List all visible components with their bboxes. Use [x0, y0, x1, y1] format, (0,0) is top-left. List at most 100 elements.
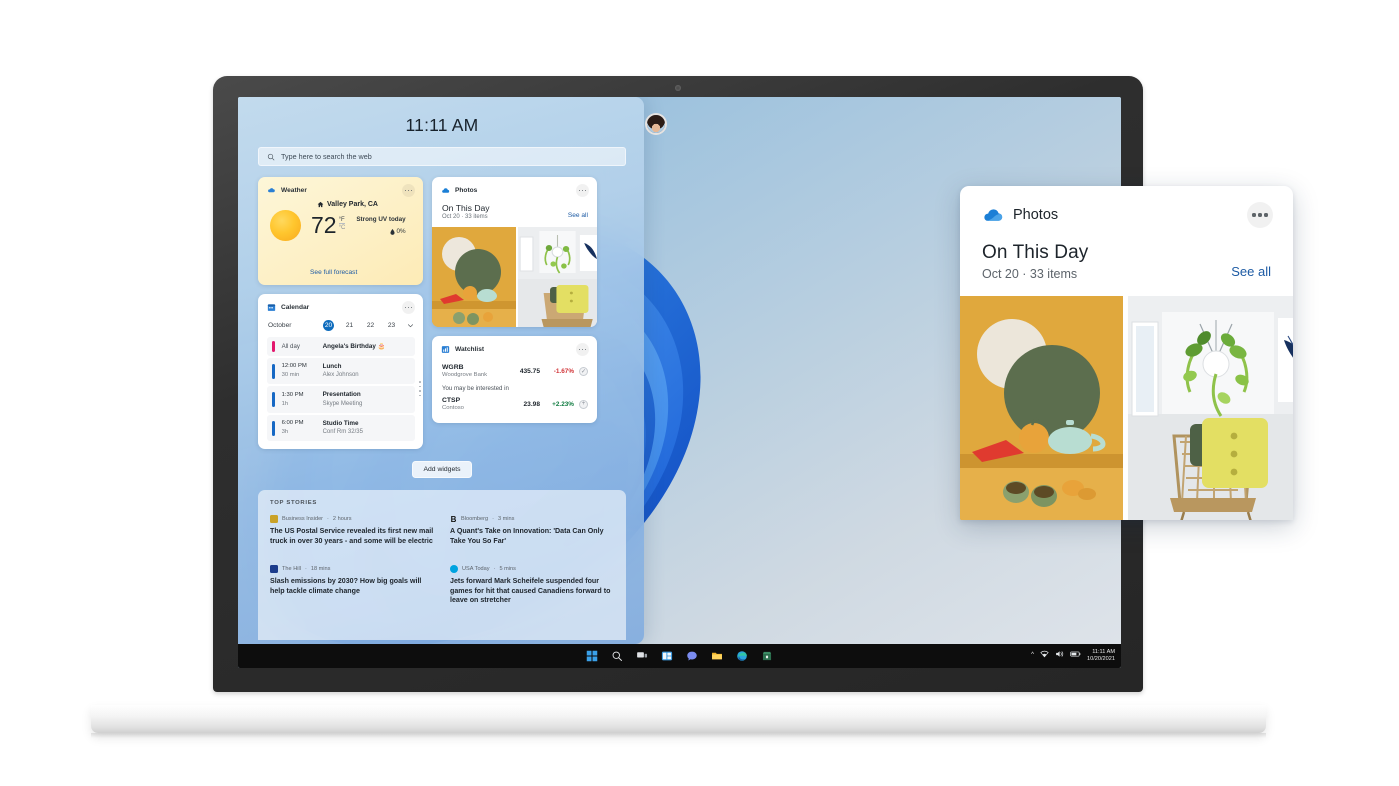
widgets-board: 11:11 AM Type here to search the web Wea…: [238, 97, 667, 644]
usa-today-icon: [450, 564, 458, 573]
news-article[interactable]: B Bloomberg · 3 mins A Quant's Take on I…: [450, 515, 614, 547]
watchlist-widget[interactable]: Watchlist WGRB Woodgrove Bank 435.75 -1.…: [432, 336, 597, 423]
photos-subheading: Oct 20 · 33 items: [442, 214, 488, 220]
calendar-header: Calendar: [258, 294, 423, 318]
home-icon: [317, 201, 324, 208]
news-sep: ·: [327, 516, 329, 523]
calendar-scroll-indicator[interactable]: [419, 381, 421, 397]
news-source-row: The Hill · 18 mins: [270, 564, 434, 573]
file-explorer-icon[interactable]: [710, 649, 725, 664]
photo-thumb-still-life[interactable]: [960, 296, 1123, 520]
news-headline: A Quant's Take on Innovation: 'Data Can …: [450, 527, 604, 546]
weather-see-forecast-link[interactable]: See full forecast: [310, 269, 357, 276]
photo-still-life-art: [432, 227, 516, 327]
event-time: All day: [281, 342, 300, 350]
edge-icon[interactable]: [735, 649, 750, 664]
tray-network-icon[interactable]: [1040, 650, 1049, 662]
tray-clock[interactable]: 11:11 AM 10/20/2021: [1087, 649, 1115, 663]
weather-widget[interactable]: Weather Valley Park, CA 72 °F °C Strong …: [258, 177, 423, 285]
photo-thumb-interior[interactable]: [1128, 296, 1293, 520]
watchlist-add-icon[interactable]: +: [579, 399, 588, 409]
avatar-image: [647, 115, 665, 133]
search-box[interactable]: Type here to search the web: [258, 147, 626, 166]
event-subtitle: Skype Meeting: [322, 400, 363, 407]
event-time: 1:30 PM 1h: [282, 391, 316, 409]
calendar-event-row[interactable]: All day Angela's Birthday 🎂: [267, 337, 415, 356]
photo-thumb-still-life[interactable]: [432, 227, 516, 327]
search-icon: [267, 153, 275, 160]
store-icon[interactable]: [760, 649, 775, 664]
watchlist-change: -1.67%: [553, 367, 574, 375]
calendar-event-row[interactable]: 6:00 PM 3h Studio Time Conf Rm 32/35: [267, 414, 415, 442]
tray-battery-icon[interactable]: [1070, 650, 1081, 662]
photos-thumbnails: [432, 227, 597, 327]
photos-title: Photos: [455, 187, 478, 194]
photos-see-all-link[interactable]: See all: [568, 212, 588, 220]
photos-widget[interactable]: Photos On This Day Oct 20 · 33 items See…: [432, 177, 597, 327]
add-widgets-button[interactable]: Add widgets: [412, 461, 472, 479]
event-duration: 3h: [281, 429, 289, 436]
photo-still-life-art: [960, 296, 1123, 520]
news-article[interactable]: Business Insider · 2 hours The US Postal…: [270, 515, 434, 547]
watchlist-following-icon[interactable]: ✓: [579, 366, 588, 376]
screenshot-stage: 11:11 AM Type here to search the web Wea…: [0, 0, 1399, 786]
weather-temperature: 72 °F °C: [311, 213, 346, 237]
photos-callout-card[interactable]: Photos On This Day Oct 20 · 33 items See…: [960, 186, 1293, 520]
news-source-row: Business Insider · 2 hours: [270, 515, 434, 524]
calendar-day-23[interactable]: 23: [386, 322, 397, 329]
watchlist-row[interactable]: WGRB Woodgrove Bank 435.75 -1.67% ✓: [442, 361, 588, 381]
widgets-column-left: Weather Valley Park, CA 72 °F °C Strong …: [258, 177, 423, 450]
photos-subheader: On This Day Oct 20 · 33 items See all: [432, 201, 597, 227]
watchlist-symbol: WGRB: [442, 364, 464, 371]
weather-location-row: Valley Park, CA: [317, 201, 413, 208]
event-title: Lunch Alex Johnson: [322, 363, 359, 379]
photo-interior-art: [518, 227, 597, 327]
callout-see-all-link[interactable]: See all: [1231, 264, 1271, 281]
task-view-icon[interactable]: [635, 649, 650, 664]
calendar-more-icon[interactable]: [402, 301, 415, 314]
chat-icon[interactable]: [685, 649, 700, 664]
search-icon[interactable]: [610, 649, 625, 664]
add-widgets-container: Add widgets: [258, 461, 626, 479]
photo-thumb-interior[interactable]: [518, 227, 597, 327]
calendar-widget[interactable]: Calendar October 20 21 22 23 All day Ang…: [258, 294, 423, 450]
start-icon[interactable]: [585, 649, 600, 664]
watchlist-price: 23.98: [523, 400, 540, 408]
news-time: 3 mins: [497, 516, 515, 523]
photos-more-icon[interactable]: [576, 184, 589, 197]
weather-condition: Strong UV today: [356, 216, 406, 223]
watchlist-title: Watchlist: [455, 346, 485, 353]
watchlist-company: Woodgrove Bank: [442, 372, 488, 378]
calendar-event-row[interactable]: 1:30 PM 1h Presentation Skype Meeting: [267, 386, 415, 413]
search-input-placeholder: Type here to search the web: [281, 152, 372, 161]
weather-more-icon[interactable]: [402, 184, 415, 197]
watchlist-price: 435.75: [519, 367, 540, 375]
widgets-icon[interactable]: [660, 649, 675, 664]
tray-volume-icon[interactable]: [1055, 650, 1064, 662]
avatar[interactable]: [645, 113, 667, 135]
calendar-day-22[interactable]: 22: [365, 322, 376, 329]
chevron-down-icon[interactable]: [407, 322, 414, 329]
calendar-event-row[interactable]: 12:00 PM 30 min Lunch Alex Johnson: [267, 358, 415, 385]
calendar-day-21[interactable]: 21: [344, 322, 355, 329]
watchlist-more-icon[interactable]: [576, 343, 589, 356]
news-article[interactable]: USA Today · 5 mins Jets forward Mark Sch…: [450, 564, 614, 606]
event-time-value: 12:00 PM: [281, 363, 307, 370]
tray-time: 11:11 AM: [1092, 649, 1115, 656]
callout-more-icon[interactable]: [1247, 202, 1273, 228]
calendar-month: October: [268, 322, 292, 329]
watchlist-change: +2.23%: [552, 400, 574, 408]
tray-chevron-up-icon[interactable]: ^: [1031, 652, 1034, 660]
event-title: Angela's Birthday 🎂: [322, 342, 386, 350]
news-feed: TOP STORIES Business Insider · 2 hours T…: [258, 490, 626, 641]
news-sep: ·: [492, 516, 494, 523]
news-article[interactable]: The Hill · 18 mins Slash emissions by 20…: [270, 564, 434, 597]
callout-heading: On This Day: [982, 242, 1089, 263]
the-hill-icon: [270, 564, 278, 573]
news-time: 5 mins: [499, 565, 516, 572]
event-time-value: 1:30 PM: [281, 391, 304, 398]
watchlist-row[interactable]: CTSP Contoso 23.98 +2.23% +: [442, 394, 588, 414]
taskbar-icons: [585, 649, 775, 664]
calendar-day-20[interactable]: 20: [323, 320, 334, 331]
watchlist-symbol: CTSP: [442, 397, 461, 404]
